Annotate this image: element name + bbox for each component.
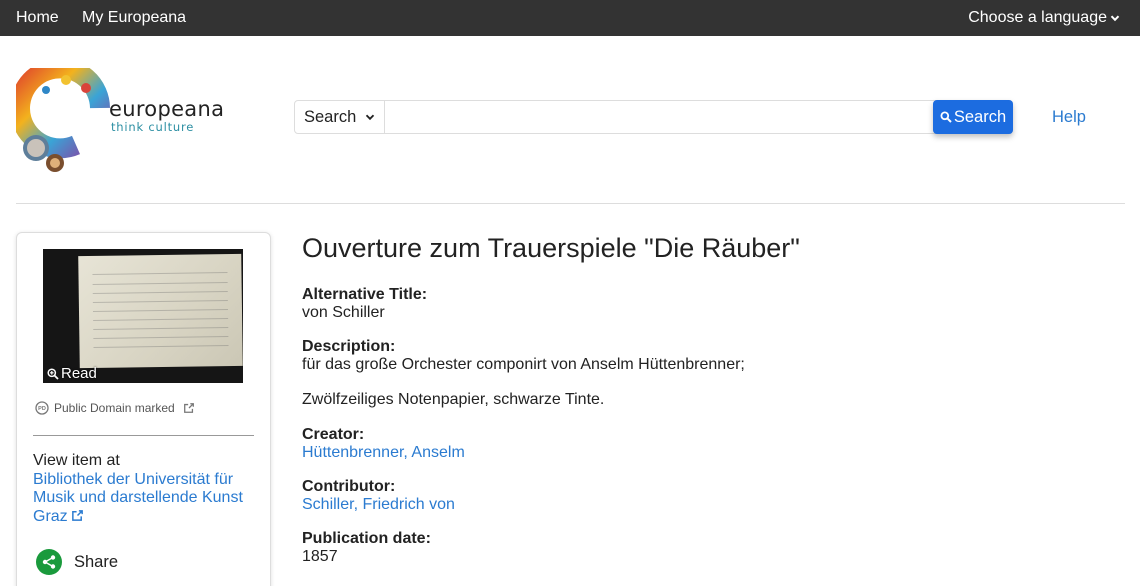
description-field: Description: für das große Orchester com…	[302, 338, 745, 374]
sheet-music-image	[78, 253, 243, 369]
creator-label: Creator:	[302, 426, 365, 443]
nav-my-europeana-link[interactable]: My Europeana	[82, 9, 186, 27]
description-label: Description:	[302, 338, 396, 355]
read-label: Read	[61, 365, 97, 382]
zoom-in-icon	[47, 367, 59, 380]
creator-link[interactable]: Hüttenbrenner, Anselm	[302, 444, 465, 462]
description-value: für das große Orchester componirt von An…	[302, 356, 745, 373]
public-domain-icon: PD	[35, 401, 49, 415]
logo-tagline: think culture	[111, 120, 195, 134]
share-button[interactable]: Share	[36, 549, 118, 575]
nav-home-link[interactable]: Home	[16, 9, 59, 27]
card-divider	[33, 435, 254, 436]
search-button[interactable]: Search	[933, 100, 1013, 134]
language-selector[interactable]: Choose a language	[968, 9, 1120, 27]
alternative-title-field: Alternative Title: von Schiller	[302, 286, 427, 322]
external-link-icon	[183, 403, 194, 413]
publication-date-value: 1857	[302, 548, 338, 565]
read-button[interactable]: Read	[47, 365, 97, 382]
search-scope-dropdown[interactable]: Search	[295, 101, 385, 133]
view-item-at-label: View item at	[33, 452, 120, 469]
chevron-down-icon	[366, 114, 375, 121]
share-icon	[42, 555, 56, 569]
search-icon	[940, 111, 952, 123]
external-link-icon	[71, 509, 83, 521]
chevron-down-icon	[1110, 15, 1120, 22]
header-divider	[16, 203, 1125, 204]
search-input[interactable]	[385, 101, 1012, 133]
description-value-2: Zwölfzeiliges Notenpapier, schwarze Tint…	[302, 391, 605, 408]
share-icon-circle	[36, 549, 62, 575]
search-scope-label: Search	[304, 107, 357, 126]
contributor-link[interactable]: Schiller, Friedrich von	[302, 496, 455, 514]
item-thumbnail[interactable]: Read	[43, 249, 243, 383]
item-media-card: Read PD Public Domain marked View item a…	[16, 232, 271, 586]
language-selector-label: Choose a language	[968, 9, 1107, 26]
provider-name: Bibliothek der Universität für Musik und…	[33, 470, 243, 525]
publication-date-field: Publication date: 1857	[302, 530, 431, 566]
alternative-title-value: von Schiller	[302, 304, 385, 321]
view-item-at: View item at Bibliothek der Universität …	[33, 452, 253, 526]
europeana-logo[interactable]: europeana think culture	[16, 68, 224, 178]
contributor-label: Contributor:	[302, 478, 396, 495]
logo-wordmark: europeana	[109, 97, 225, 121]
search-button-label: Search	[953, 107, 1007, 126]
europeana-logo-icon	[16, 68, 110, 172]
rights-label: Public Domain marked	[54, 401, 175, 415]
share-label: Share	[74, 552, 119, 571]
item-title: Ouverture zum Trauerspiele "Die Räuber"	[302, 233, 800, 263]
contributor-field: Contributor: Schiller, Friedrich von	[302, 478, 455, 514]
creator-field: Creator: Hüttenbrenner, Anselm	[302, 426, 465, 462]
provider-link[interactable]: Bibliothek der Universität für Musik und…	[33, 471, 243, 525]
publication-date-label: Publication date:	[302, 530, 431, 547]
svg-text:PD: PD	[38, 406, 46, 412]
alternative-title-label: Alternative Title:	[302, 286, 428, 303]
search-bar: Search Search	[294, 100, 1013, 134]
rights-statement[interactable]: PD Public Domain marked	[35, 401, 195, 415]
top-navigation-bar: Home My Europeana Choose a language	[0, 0, 1140, 36]
help-link[interactable]: Help	[1052, 108, 1086, 127]
